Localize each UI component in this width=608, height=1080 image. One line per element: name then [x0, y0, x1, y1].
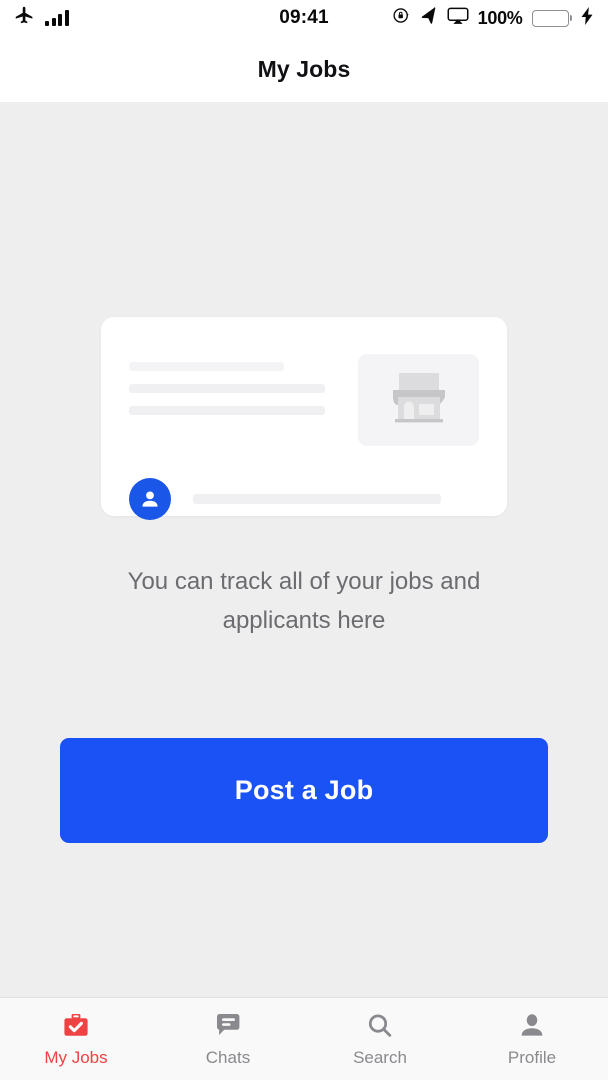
storefront-icon	[385, 368, 453, 433]
app-header: My Jobs	[0, 36, 608, 102]
charging-bolt-icon	[581, 6, 594, 30]
bottom-tab-bar: My Jobs Chats Search Profile	[0, 997, 608, 1080]
tab-label: Profile	[507, 1047, 557, 1067]
briefcase-check-icon	[61, 1011, 91, 1041]
empty-state-caption: You can track all of your jobs and appli…	[127, 568, 481, 634]
chat-bubble-icon	[214, 1011, 242, 1041]
card-top-row	[129, 354, 479, 446]
placeholder-bar	[129, 362, 284, 371]
tab-chats[interactable]: Chats	[152, 998, 304, 1080]
tab-search[interactable]: Search	[304, 998, 456, 1080]
post-a-job-button[interactable]: Post a Job	[60, 738, 548, 843]
person-avatar-icon	[129, 478, 171, 520]
placeholder-text-bars	[129, 354, 325, 446]
battery-percent-label: 100%	[477, 7, 523, 28]
placeholder-bar	[193, 494, 441, 504]
location-arrow-icon	[420, 6, 438, 30]
placeholder-bar	[129, 406, 325, 415]
card-bottom-row	[129, 478, 479, 520]
status-bar-right: 100%	[392, 6, 594, 31]
rotation-lock-icon	[392, 6, 411, 30]
page-title: My Jobs	[257, 55, 351, 82]
status-bar: 09:41 100%	[0, 0, 608, 36]
placeholder-bar	[129, 384, 325, 393]
tab-label: My Jobs	[44, 1047, 108, 1067]
job-card-placeholder	[101, 317, 507, 520]
search-icon	[366, 1011, 394, 1041]
screen-mirroring-icon	[447, 6, 469, 31]
tab-my-jobs[interactable]: My Jobs	[0, 998, 152, 1080]
tab-label: Chats	[205, 1047, 251, 1067]
person-icon	[518, 1011, 546, 1041]
tab-profile[interactable]: Profile	[456, 998, 608, 1080]
battery-full-icon	[531, 9, 572, 27]
tab-label: Search	[353, 1047, 407, 1067]
storefront-thumbnail	[358, 354, 479, 446]
main-content: You can track all of your jobs and appli…	[0, 102, 608, 997]
